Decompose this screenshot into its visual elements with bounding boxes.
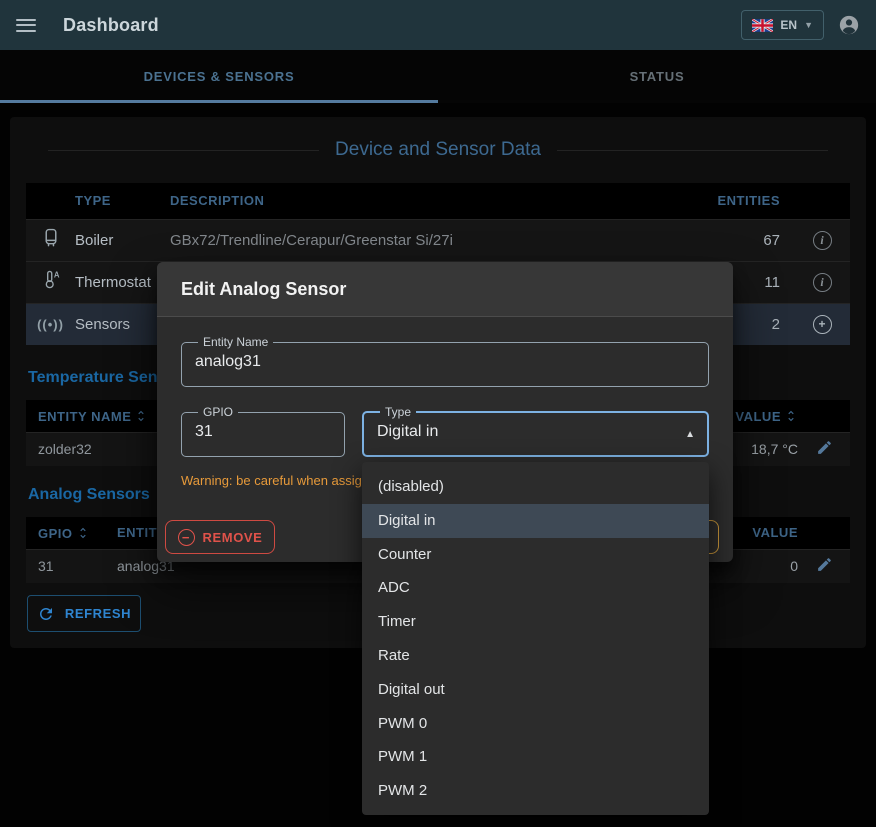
col-header-description: DESCRIPTION — [170, 183, 674, 219]
user-avatar[interactable] — [838, 14, 860, 36]
dialog-header: Edit Analog Sensor — [157, 262, 733, 317]
panel-title: Device and Sensor Data — [335, 139, 541, 161]
boiler-icon — [26, 219, 75, 261]
edit-button[interactable] — [798, 549, 850, 583]
panel-title-row: Device and Sensor Data — [48, 137, 828, 163]
thermostat-icon: A — [26, 261, 75, 303]
entity-name-field[interactable]: Entity Name analog31 — [181, 335, 709, 387]
device-description: GBx72/Trendline/Cerapur/Greenstar Si/27i — [170, 219, 674, 261]
topbar: Dashboard EN ▼ — [0, 0, 876, 50]
refresh-label: REFRESH — [65, 606, 131, 621]
pencil-icon — [816, 439, 833, 456]
devices-table-header: TYPE DESCRIPTION ENTITIES — [26, 183, 850, 219]
section-title-analog: Analog Sensors — [28, 486, 150, 504]
device-type: Boiler — [75, 219, 170, 261]
screen: Dashboard EN ▼ DEVICES & SENSORS STATUS — [0, 0, 876, 827]
language-label: EN — [780, 18, 797, 32]
entity-name-value[interactable]: analog31 — [195, 353, 695, 371]
edit-button[interactable] — [798, 432, 850, 466]
menu-item-digital-in[interactable]: Digital in — [362, 504, 709, 538]
svg-text:A: A — [53, 270, 59, 279]
uk-flag-icon — [752, 19, 773, 32]
gpio-field[interactable]: GPIO 31 — [181, 405, 345, 457]
entity-name-label: Entity Name — [198, 335, 273, 349]
tab-devices-sensors[interactable]: DEVICES & SENSORS — [0, 50, 438, 103]
language-selector[interactable]: EN ▼ — [741, 10, 824, 40]
person-icon — [838, 14, 860, 36]
info-icon[interactable]: i — [813, 231, 832, 250]
remove-button[interactable]: − REMOVE — [165, 520, 275, 554]
type-label: Type — [380, 405, 416, 419]
field-row: GPIO 31 Type Digital in ▲ — [181, 405, 709, 457]
info-icon[interactable]: i — [813, 273, 832, 292]
gpio-value[interactable]: 31 — [195, 423, 331, 441]
col-header-type: TYPE — [75, 183, 170, 219]
sort-icon — [784, 409, 798, 423]
sensors-icon: ((•)) — [37, 317, 64, 332]
device-type: Sensors — [75, 303, 170, 345]
menu-item-adc[interactable]: ADC — [362, 571, 709, 605]
col-header-entities: ENTITIES — [674, 183, 794, 219]
remove-label: REMOVE — [203, 530, 263, 545]
remove-circle-icon: − — [178, 529, 195, 546]
sensor-gpio: 31 — [26, 549, 117, 583]
menu-item-timer[interactable]: Timer — [362, 605, 709, 639]
menu-item-disabled[interactable]: (disabled) — [362, 470, 709, 504]
table-row-boiler: Boiler GBx72/Trendline/Cerapur/Greenstar… — [26, 219, 850, 261]
sort-icon — [134, 409, 148, 423]
sort-icon — [76, 526, 90, 540]
pencil-icon — [816, 556, 833, 573]
col-header-gpio[interactable]: GPIO — [26, 517, 117, 549]
dialog-title: Edit Analog Sensor — [181, 279, 346, 300]
refresh-icon — [37, 605, 55, 623]
chevron-down-icon: ▼ — [804, 20, 813, 30]
menu-item-pwm2[interactable]: PWM 2 — [362, 774, 709, 808]
type-dropdown-menu: (disabled) Digital in Counter ADC Timer … — [362, 462, 709, 815]
type-selected-value: Digital in — [377, 423, 694, 441]
chevron-up-icon: ▲ — [685, 429, 695, 440]
tab-bar: DEVICES & SENSORS STATUS — [0, 50, 876, 103]
menu-item-pwm0[interactable]: PWM 0 — [362, 707, 709, 741]
device-entities-count: 67 — [674, 219, 794, 261]
page-title: Dashboard — [63, 15, 159, 36]
menu-item-rate[interactable]: Rate — [362, 639, 709, 673]
type-select[interactable]: Type Digital in ▲ — [362, 405, 709, 457]
tab-status[interactable]: STATUS — [438, 50, 876, 103]
device-type: Thermostat — [75, 261, 170, 303]
divider — [557, 150, 828, 151]
add-icon[interactable]: + — [813, 315, 832, 334]
gpio-label: GPIO — [198, 405, 238, 419]
divider — [48, 150, 319, 151]
menu-item-counter[interactable]: Counter — [362, 538, 709, 572]
menu-item-digital-out[interactable]: Digital out — [362, 673, 709, 707]
refresh-button[interactable]: REFRESH — [27, 595, 141, 632]
menu-item-pwm1[interactable]: PWM 1 — [362, 740, 709, 774]
menu-icon[interactable] — [16, 19, 36, 32]
